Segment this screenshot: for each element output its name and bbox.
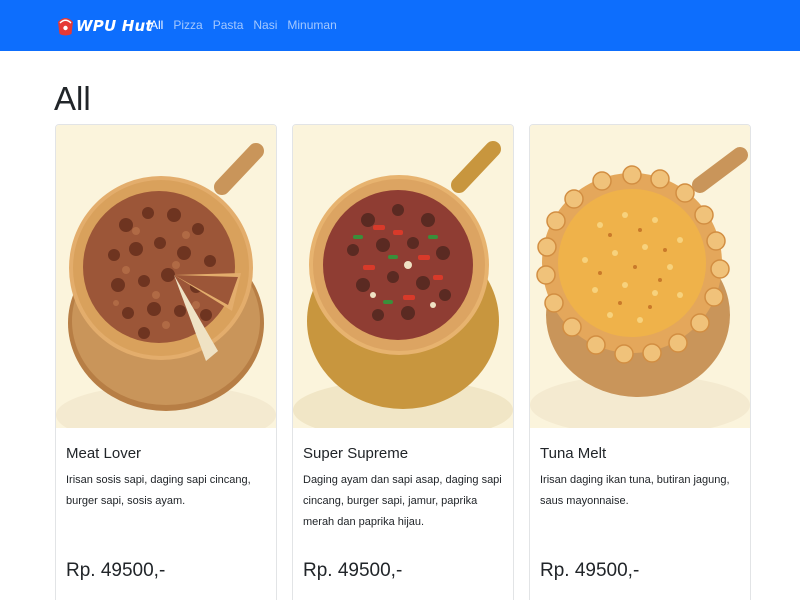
nav-link-minuman[interactable]: Minuman [287,17,336,33]
nav-link-all[interactable]: All [150,17,163,33]
product-card-meat-lover: Meat Lover Irisan sosis sapi, daging sap… [55,124,277,600]
nav-link-pizza[interactable]: Pizza [173,17,202,33]
brand-link[interactable]: WPU Hut [57,13,153,39]
navbar: WPU Hut All Pizza Pasta Nasi Minuman [0,0,800,51]
product-image-super-supreme [293,125,513,428]
product-description: Daging ayam dan sapi asap, daging sapi c… [303,474,502,528]
brand-text: WPU Hut [76,17,153,35]
product-image-tuna-melt [530,125,750,428]
product-price: Rp. 49500,- [303,560,403,581]
product-name: Super Supreme [303,445,409,462]
product-image-meat-lover [56,125,276,428]
nav-links: All Pizza Pasta Nasi Minuman [150,17,337,33]
product-description: Irisan sosis sapi, daging sapi cincang, … [66,474,251,507]
product-description: Irisan daging ikan tuna, butiran jagung,… [540,474,730,507]
product-card-tuna-melt: Tuna Melt Irisan daging ikan tuna, butir… [529,124,751,600]
page-title: All [54,80,91,117]
nav-link-nasi[interactable]: Nasi [253,17,277,33]
nav-link-pasta[interactable]: Pasta [213,17,244,33]
pizza-hut-logo-icon [58,18,73,36]
product-price: Rp. 49500,- [540,560,640,581]
product-price: Rp. 49500,- [66,560,166,581]
product-card-super-supreme: Super Supreme Daging ayam dan sapi asap,… [292,124,514,600]
product-name: Tuna Melt [540,445,607,462]
product-name: Meat Lover [66,445,142,462]
